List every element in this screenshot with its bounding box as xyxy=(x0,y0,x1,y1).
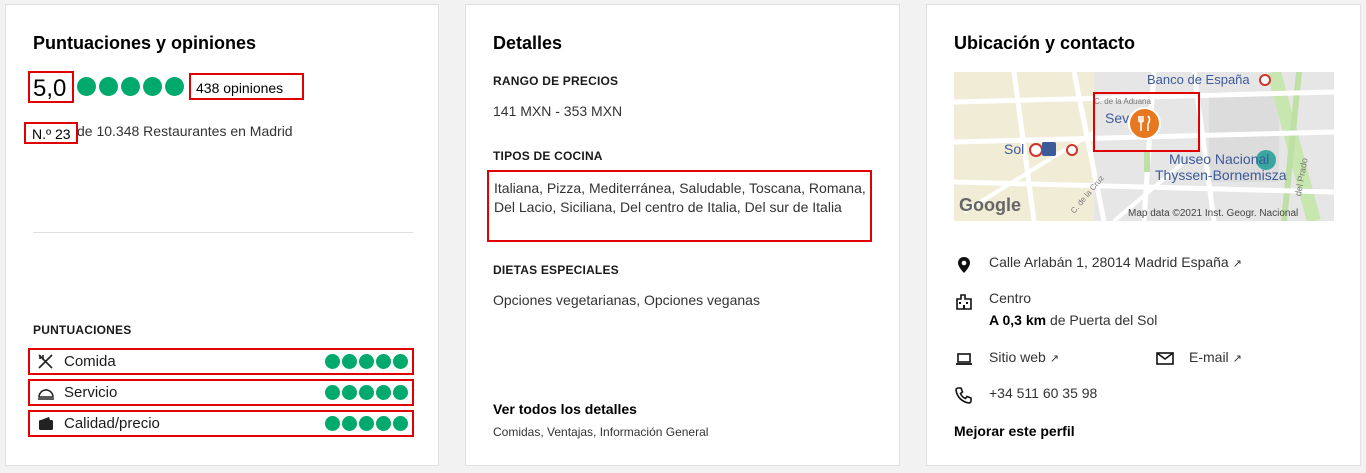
rating-bubble-icon xyxy=(143,77,162,96)
rating-row-bubbles xyxy=(325,354,410,369)
external-link-icon: ↗ xyxy=(1232,353,1242,365)
rating-row-comida: Comida xyxy=(28,348,414,375)
rating-row-label: Calidad/precio xyxy=(64,415,160,432)
google-logo: Google xyxy=(959,195,1021,215)
rating-bubble-icon xyxy=(376,416,391,431)
distance-value: A 0,3 km xyxy=(989,312,1047,328)
rating-row-label: Servicio xyxy=(64,384,118,401)
cuisine-box: Italiana, Pizza, Mediterránea, Saludable… xyxy=(487,170,872,242)
cuisine-title: TIPOS DE COCINA xyxy=(493,149,603,163)
laptop-icon xyxy=(956,353,972,365)
external-link-icon: ↗ xyxy=(1232,258,1242,270)
rating-bubble-icon xyxy=(342,354,357,369)
address-text: Calle Arlabán 1, 28014 Madrid España xyxy=(989,254,1229,270)
email-label: E-mail xyxy=(1189,349,1229,365)
ratings-card: Puntuaciones y opiniones 5,0 438 opinion… xyxy=(5,4,439,466)
all-details-sub: Comidas, Ventajas, Información General xyxy=(493,425,709,439)
fork-knife-icon xyxy=(1138,115,1151,131)
rank-number: N.º 23 xyxy=(32,126,71,142)
rating-bubble-icon xyxy=(393,416,408,431)
rating-row-servicio: Servicio xyxy=(28,379,414,406)
email-link[interactable]: E-mail ↗ xyxy=(1189,349,1242,365)
rating-bubble-icon xyxy=(393,385,408,400)
rating-bubble-icon xyxy=(359,354,374,369)
rating-bubble-icon xyxy=(77,77,96,96)
cloche-icon xyxy=(38,389,54,400)
phone-icon xyxy=(955,387,972,404)
price-range-title: RANGO DE PRECIOS xyxy=(493,74,619,88)
distance: A 0,3 km de Puerta del Sol xyxy=(989,312,1157,328)
improve-profile-link[interactable]: Mejorar este perfil xyxy=(954,423,1075,439)
diet-list: Opciones vegetarianas, Opciones veganas xyxy=(493,292,760,308)
building-icon xyxy=(956,294,972,310)
location-title: Ubicación y contacto xyxy=(954,33,1136,53)
rank-text: de 10.348 Restaurantes en Madrid xyxy=(77,123,293,139)
rating-row-bubbles xyxy=(325,416,410,431)
rating-bubble-icon xyxy=(99,77,118,96)
map-label-museo: Museo Nacional xyxy=(1169,151,1270,167)
rating-bubble-icon xyxy=(325,416,340,431)
rating-bubble-icon xyxy=(376,385,391,400)
details-title: Detalles xyxy=(493,33,563,53)
cuisine-list: Italiana, Pizza, Mediterránea, Saludable… xyxy=(494,180,866,215)
map-attribution: Map data ©2021 Inst. Geogr. Nacional xyxy=(1128,208,1299,219)
distance-landmark: de Puerta del Sol xyxy=(1049,312,1158,328)
divider xyxy=(33,232,413,233)
review-count: 438 opiniones xyxy=(196,80,284,96)
rating-score-box: 5,0 xyxy=(28,71,74,103)
website-link[interactable]: Sitio web ↗ xyxy=(989,349,1059,365)
rating-row-bubbles xyxy=(325,385,410,400)
rank-box: N.º 23 xyxy=(24,122,78,144)
details-card: Detalles RANGO DE PRECIOS 141 MXN - 353 … xyxy=(465,4,900,466)
price-range: 141 MXN - 353 MXN xyxy=(493,103,623,119)
rating-bubble-icon xyxy=(342,416,357,431)
rating-bubble-icon xyxy=(393,354,408,369)
phone-link[interactable]: +34 511 60 35 98 xyxy=(989,385,1097,401)
wallet-icon xyxy=(39,417,53,430)
rating-score: 5,0 xyxy=(33,75,67,102)
all-details-link[interactable]: Ver todos los detalles xyxy=(493,401,637,417)
rating-bubble-icon xyxy=(359,385,374,400)
ratings-title: Puntuaciones y opiniones xyxy=(33,33,257,53)
ratings-section-title: PUNTUACIONES xyxy=(33,323,132,337)
external-link-icon: ↗ xyxy=(1049,353,1059,365)
rating-bubbles xyxy=(77,77,187,96)
review-count-link[interactable]: 438 opiniones xyxy=(189,73,304,100)
rating-bubble-icon xyxy=(121,77,140,96)
rating-bubble-icon xyxy=(342,385,357,400)
map-label-sol: Sol xyxy=(1004,141,1025,157)
address-link[interactable]: Calle Arlabán 1, 28014 Madrid España ↗ xyxy=(989,254,1242,270)
location-card: Ubicación y contacto Banco de España Sev… xyxy=(926,4,1361,466)
rating-row-calidad-precio: Calidad/precio xyxy=(28,410,414,437)
neighborhood: Centro xyxy=(989,290,1032,306)
website-label: Sitio web xyxy=(989,349,1046,365)
rating-bubble-icon xyxy=(165,77,184,96)
rating-bubble-icon xyxy=(325,385,340,400)
mail-icon xyxy=(1156,352,1174,365)
restaurant-pin-icon[interactable] xyxy=(1128,107,1161,140)
map-label-banco: Banco de España xyxy=(1147,72,1250,87)
utensils-icon xyxy=(38,354,53,369)
rating-bubble-icon xyxy=(359,416,374,431)
map-label-thyssen: Thyssen-Bornemisza xyxy=(1155,167,1287,183)
rating-bubble-icon xyxy=(325,354,340,369)
location-map[interactable]: Banco de España Sev Sol Museo Nacional T… xyxy=(954,72,1334,221)
rating-bubble-icon xyxy=(376,354,391,369)
diet-title: DIETAS ESPECIALES xyxy=(493,263,619,277)
location-pin-icon xyxy=(958,257,970,273)
rating-row-label: Comida xyxy=(64,353,116,370)
